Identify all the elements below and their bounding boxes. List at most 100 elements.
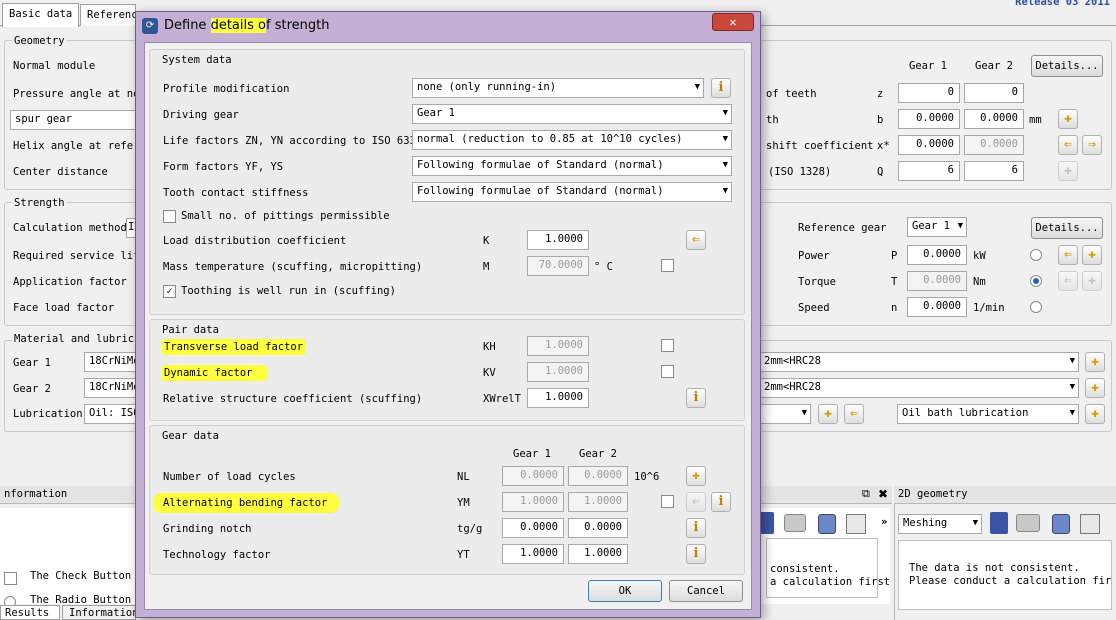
load-distribution-input[interactable]: 1.0000 <box>527 230 589 250</box>
grinding-notch-gear2-input[interactable]: 0.0000 <box>568 518 628 538</box>
load-cycles-gear1-input[interactable]: 0.0000 <box>502 466 564 486</box>
lubrication-type-plus-icon[interactable]: ✚ <box>1085 404 1105 424</box>
power-input[interactable]: 0.0000 <box>907 245 967 265</box>
app-logo-icon: ⟳ <box>142 18 158 34</box>
technology-factor-gear1-input[interactable]: 1.0000 <box>502 544 564 564</box>
geometry-2d-save-icon[interactable] <box>990 512 1008 534</box>
torque-radio[interactable] <box>1030 275 1042 287</box>
teeth-label: of teeth <box>766 88 817 100</box>
tab-basic-data[interactable]: Basic data <box>2 3 80 27</box>
power-plus-icon[interactable]: ✚ <box>1082 245 1102 265</box>
material-gear2-select[interactable]: 18CrNiMo <box>84 378 136 398</box>
profile-info-icon[interactable]: i <box>711 78 731 98</box>
power-symbol: P <box>891 250 898 262</box>
lubrication-select[interactable]: Oil: ISO <box>84 404 136 424</box>
alternating-bending-gear2-input[interactable]: 1.0000 <box>568 492 628 512</box>
print-icon[interactable] <box>784 514 806 532</box>
strength-details-button[interactable]: Details... <box>1031 217 1103 239</box>
well-run-in-checkbox[interactable]: ✓ <box>163 285 176 298</box>
lock-icon[interactable] <box>818 514 836 534</box>
torque-sizing-icon[interactable]: ⇐ <box>1058 271 1078 291</box>
tooth-contact-stiffness-select[interactable]: Following formulae of Standard (normal) ▼ <box>412 182 732 202</box>
reference-gear-select[interactable]: Gear 1 ▼ <box>907 217 967 237</box>
alternating-bending-info-icon[interactable]: i <box>711 492 731 512</box>
information-close-icon[interactable]: ✖ <box>878 487 888 501</box>
lubrication-right-select[interactable]: ▼ <box>759 404 811 424</box>
driving-gear-select[interactable]: Gear 1 ▼ <box>412 104 732 124</box>
panel-expand-icon[interactable]: » <box>881 516 887 528</box>
quality-gear1-input[interactable]: 6 <box>898 161 960 181</box>
transverse-load-factor-input[interactable]: 1.0000 <box>527 336 589 356</box>
power-sizing-icon[interactable]: ⇐ <box>1058 245 1078 265</box>
shift-gear1-input[interactable]: 0.0000 <box>898 135 960 155</box>
shift-sizing-icon[interactable]: ⇐ <box>1058 135 1078 155</box>
material-gear1-plus-icon[interactable]: ✚ <box>1085 352 1105 372</box>
torque-plus-icon[interactable]: ✚ <box>1082 271 1102 291</box>
material-gear2-right-select[interactable]: 2mm<HRC28 ▼ <box>759 378 1079 398</box>
teeth-gear1-input[interactable]: 0 <box>898 83 960 103</box>
geometry-2d-lock-icon[interactable] <box>1052 514 1070 534</box>
small-pittings-checkbox[interactable] <box>163 210 176 223</box>
load-distribution-sizing-icon[interactable]: ⇐ <box>686 230 706 250</box>
dynamic-factor-input[interactable]: 1.0000 <box>527 362 589 382</box>
alternating-bending-checkbox[interactable] <box>661 495 674 508</box>
grinding-notch-info-icon[interactable]: i <box>686 518 706 538</box>
mass-temperature-checkbox[interactable] <box>661 259 674 272</box>
dynamic-factor-checkbox[interactable] <box>661 365 674 378</box>
geometry-2d-header: 2D geometry <box>894 486 1116 504</box>
form-factors-select[interactable]: Following formulae of Standard (normal) ▼ <box>412 156 732 176</box>
profile-modification-select[interactable]: none (only running-in) ▼ <box>412 78 704 98</box>
quality-plus-icon[interactable]: ✚ <box>1058 161 1078 181</box>
width-gear1-input[interactable]: 0.0000 <box>898 109 960 129</box>
teeth-gear2-input[interactable]: 0 <box>964 83 1024 103</box>
lubrication-type-select[interactable]: Oil bath lubrication ▼ <box>897 404 1079 424</box>
dynamic-factor-label: Dynamic factor <box>161 365 267 381</box>
shift-gear2-input[interactable]: 0.0000 <box>964 135 1024 155</box>
life-factors-select[interactable]: normal (reduction to 0.85 at 10^10 cycle… <box>412 130 732 150</box>
transverse-load-factor-checkbox[interactable] <box>661 339 674 352</box>
geometry-2d-message2: Please conduct a calculation first <box>909 575 1112 587</box>
small-pittings-label: Small no. of pittings permissible <box>181 210 390 222</box>
technology-factor-gear2-input[interactable]: 1.0000 <box>568 544 628 564</box>
meshing-select[interactable]: Meshing ▼ <box>898 514 982 534</box>
shift-convert-icon[interactable]: ⇒ <box>1082 135 1102 155</box>
ok-button[interactable]: OK <box>588 580 662 602</box>
width-gear2-input[interactable]: 0.0000 <box>964 109 1024 129</box>
power-label: Power <box>798 250 830 262</box>
dialog-close-button[interactable]: ✕ <box>712 13 754 31</box>
speed-radio[interactable] <box>1030 301 1042 313</box>
width-plus-icon[interactable]: ✚ <box>1058 109 1078 129</box>
technology-factor-info-icon[interactable]: i <box>686 544 706 564</box>
power-radio[interactable] <box>1030 249 1042 261</box>
quality-gear2-input[interactable]: 6 <box>964 161 1024 181</box>
save-icon[interactable] <box>760 512 774 534</box>
gear-type-select[interactable]: spur gear <box>10 110 136 130</box>
material-gear2-plus-icon[interactable]: ✚ <box>1085 378 1105 398</box>
tab-results[interactable]: Results <box>0 605 60 620</box>
information-dock-icon[interactable]: ⧉ <box>862 487 870 501</box>
alternating-bending-sizing-icon[interactable]: ⇐ <box>686 492 706 512</box>
export-icon[interactable] <box>846 514 866 534</box>
geometry-details-button[interactable]: Details... <box>1031 55 1103 77</box>
mass-temperature-input[interactable]: 70.0000 <box>527 256 589 276</box>
relative-structure-input[interactable]: 1.0000 <box>527 388 589 408</box>
geometry-2d-print-icon[interactable] <box>1016 514 1040 532</box>
load-cycles-gear2-input[interactable]: 0.0000 <box>568 466 628 486</box>
cancel-button[interactable]: Cancel <box>669 580 743 602</box>
lubrication-plus-icon[interactable]: ✚ <box>818 404 838 424</box>
load-cycles-plus-icon[interactable]: ✚ <box>686 466 706 486</box>
teeth-symbol: z <box>877 88 884 100</box>
material-gear1-select[interactable]: 18CrNiMo <box>84 352 136 372</box>
alternating-bending-gear1-input[interactable]: 1.0000 <box>502 492 564 512</box>
torque-input[interactable]: 0.0000 <box>907 271 967 291</box>
material-gear1-right-select[interactable]: 2mm<HRC28 ▼ <box>759 352 1079 372</box>
dialog-title-pre: Define <box>164 18 211 33</box>
lubrication-sizing-icon[interactable]: ⇐ <box>844 404 864 424</box>
tab-reference[interactable]: Referenc <box>80 4 136 26</box>
relative-structure-info-icon[interactable]: i <box>686 388 706 408</box>
check-button-checkbox[interactable] <box>4 572 17 585</box>
tab-information[interactable]: Information <box>62 605 139 620</box>
geometry-2d-export-icon[interactable] <box>1080 514 1100 534</box>
speed-input[interactable]: 0.0000 <box>907 297 967 317</box>
grinding-notch-gear1-input[interactable]: 0.0000 <box>502 518 564 538</box>
